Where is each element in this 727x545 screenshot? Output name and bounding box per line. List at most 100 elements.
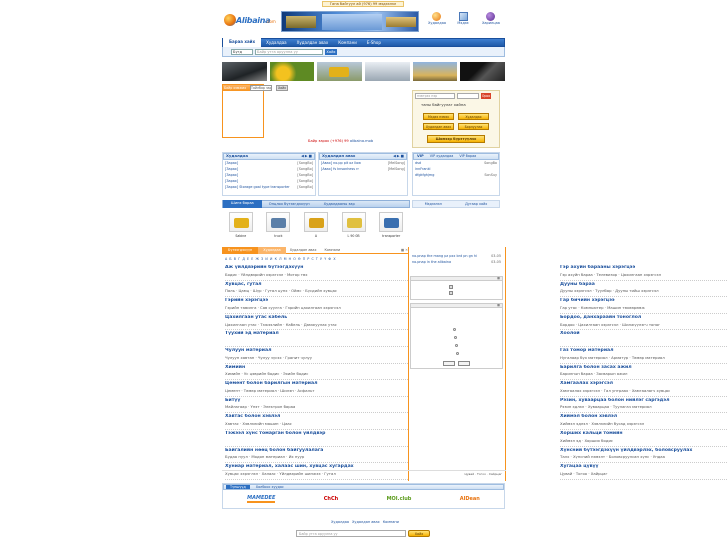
- photo-sunflowers[interactable]: [269, 62, 315, 81]
- footer-search-input[interactable]: Байр утга оруулна уу: [296, 530, 406, 537]
- result-button[interactable]: [458, 361, 470, 366]
- footer-link-sell[interactable]: Худалдаа: [331, 520, 349, 526]
- vip-row[interactable]: dfgkfghjmg SonSuy: [413, 172, 499, 178]
- cat-tab-company[interactable]: Компани: [320, 248, 344, 252]
- news-row-title[interactable]: no.pnap in the alibaina: [412, 259, 451, 265]
- product-item[interactable]: transporter: [376, 212, 406, 244]
- product-item[interactable]: truck: [263, 212, 293, 244]
- radio-4[interactable]: [456, 352, 459, 355]
- product-label[interactable]: Sabine: [226, 234, 256, 238]
- product-image[interactable]: [341, 212, 366, 232]
- category-subitems[interactable]: Талх · Хүнсний нэмэлт · Боловсруулсан хү…: [560, 455, 727, 460]
- category-title[interactable]: Гар бичийн хэрэгцээ: [560, 298, 727, 304]
- username-input[interactable]: нэвтрэх нэр: [415, 93, 455, 99]
- footer-link-company[interactable]: Компани: [383, 520, 399, 526]
- category-title[interactable]: Гэр ахуйн барааны хэрэгцээ: [560, 265, 727, 271]
- left-panel-tab-1[interactable]: Байр хэмжих: [223, 85, 247, 91]
- category-title[interactable]: Бордоо, данхараайн тоноглол: [560, 315, 727, 321]
- photo-train[interactable]: [412, 62, 458, 81]
- search-category-select[interactable]: Бүгд: [231, 48, 253, 55]
- alpha-index[interactable]: А Б В Г Д Е Ё Ж З И Й К Л М Н О Ө П Р С …: [225, 257, 405, 262]
- product-image[interactable]: [303, 212, 328, 232]
- header-banner[interactable]: [281, 11, 419, 32]
- partner-logo-2[interactable]: ChCh: [324, 496, 338, 502]
- nav-tab-eshop[interactable]: E-Shop: [362, 40, 386, 45]
- nav-tab-company[interactable]: Компани: [333, 40, 362, 45]
- cat-tab-buy[interactable]: Худалдан авах: [286, 248, 321, 252]
- vip-sell-tab[interactable]: VIP худалдаа: [430, 154, 454, 158]
- nav-tab-buy[interactable]: Худалдан авах: [292, 40, 334, 45]
- sell-box-arrows[interactable]: ◀ ▶ ■: [301, 154, 312, 158]
- buy-box-arrows[interactable]: ◀ ▶ ■: [393, 154, 404, 158]
- category-title[interactable]: Байгалийн нөөц болон байгуулалага: [225, 448, 408, 454]
- buy-button[interactable]: Худалдан авах: [423, 122, 454, 130]
- category-subitems[interactable]: Будаа нуул · Модон материал · Их нуур: [225, 455, 408, 460]
- category-title[interactable]: Цахилгаан утас кабель: [225, 315, 408, 321]
- category-subitems[interactable]: Цувай · Тогоо · Хайрцаг: [560, 472, 727, 477]
- category-title[interactable]: Хуниар материал, халаас шин, хувцас хуга…: [225, 464, 408, 470]
- register-button[interactable]: Шинээр бүртгүүлэх: [427, 134, 485, 143]
- category-subitems[interactable]: Гэр ахуйн бараа · Телевизор · Цахилгаан …: [560, 273, 727, 278]
- photo-fabric[interactable]: [460, 62, 506, 81]
- radio-2[interactable]: [454, 336, 457, 339]
- category-title[interactable]: Хиймэл болон хэвлэл: [560, 414, 727, 420]
- partner-logo-3[interactable]: MOI.club: [387, 496, 412, 502]
- cat-tab-sell[interactable]: Худалдаа: [258, 246, 286, 254]
- manage-button[interactable]: Борлуулах: [458, 122, 489, 130]
- category-title[interactable]: Тэжээл хүнс томарган болон үйлдвэр: [225, 431, 408, 437]
- category-title[interactable]: Аж үйлдвэрийн бүтээгдэхүүн: [225, 265, 408, 271]
- category-title[interactable]: Чулуун материал: [225, 348, 408, 354]
- category-title[interactable]: Хамгаалах хэрэгсэл: [560, 381, 727, 387]
- category-subitems[interactable]: Рэзин эдлэл · Хуваарцаа · Туулагач матер…: [560, 405, 727, 410]
- radio-1[interactable]: [453, 328, 456, 331]
- vip-home-tab[interactable]: VIP бараа: [459, 154, 476, 158]
- product-item[interactable]: Sabine: [226, 212, 256, 244]
- photo-cars[interactable]: [365, 62, 410, 81]
- top-notice[interactable]: Гана байгуул ай (976) 99 мэдээлэл: [322, 1, 404, 7]
- small-box-icon-2[interactable]: [449, 291, 453, 295]
- product-item[interactable]: A: [301, 212, 331, 244]
- category-subitems[interactable]: Чулуун хавтан · Чулуу зүсэх · Гранит чул…: [225, 356, 408, 361]
- news-row[interactable]: no.pnap in the alibaina 03-05: [410, 259, 503, 265]
- left-panel-go-button[interactable]: Хайх: [276, 85, 288, 91]
- category-title[interactable]: Цемент болон барилгын материал: [225, 381, 408, 387]
- category-title[interactable]: Хоолой: [560, 331, 727, 337]
- buy-row[interactable]: [Авах] fs knsonhess rr [MelSong]: [319, 166, 407, 172]
- category-subitems[interactable]: Паль · Цамц · Шүр · Гутал цүнх · Оймс · …: [225, 289, 408, 294]
- left-panel-input[interactable]: Тайлбар зар: [250, 85, 272, 91]
- login-go-button[interactable]: Орох: [481, 93, 491, 99]
- product-tab-new[interactable]: Шинэ бараа: [223, 200, 262, 208]
- category-subitems[interactable]: Хиймэл эдлэл · Хэвлэлийн бусад хэрэгсэл: [560, 422, 727, 427]
- category-title[interactable]: Хавтас болон хэвлэл: [225, 414, 408, 420]
- add-info-button[interactable]: Мэдээ нэмэх: [423, 112, 454, 120]
- category-subitems[interactable]: Майлагаар · Үнэт · Электрон бараа: [225, 405, 408, 410]
- category-subitems[interactable]: Бодис · Үйлдвэрийн хэрэгсэл · Мотор төх: [225, 273, 408, 278]
- side-tab-info[interactable]: Мэдээлэл: [425, 201, 442, 207]
- category-subitems[interactable]: Гэрийн тавилга · Сав суулга · Гэрийн цах…: [225, 306, 408, 311]
- footer-search-button[interactable]: Хайх: [408, 530, 430, 537]
- category-title[interactable]: Түухий эд материал: [225, 331, 408, 337]
- category-title[interactable]: Дууны бараа: [560, 282, 727, 288]
- category-subitems[interactable]: Барилгын бараа · Засварын ажил: [560, 372, 727, 377]
- side-tab-search[interactable]: Дугаар хайх: [465, 201, 487, 207]
- header-icon-info[interactable]: Мэдээ: [455, 12, 471, 34]
- category-title[interactable]: Хувцас, гутал: [225, 282, 408, 288]
- category-title[interactable]: Рэзин, хуваарцаа болон нийлэг саргэдэл: [560, 398, 727, 404]
- category-subitems[interactable]: Хамгаалах хэрэгсэл · Гал унтраах · Хамга…: [560, 389, 727, 394]
- search-input[interactable]: Байр утга оруулна уу: [255, 48, 323, 55]
- header-icon-trade[interactable]: Худалдаа: [428, 12, 446, 34]
- category-subitems[interactable]: Хавтас · Хэвлэлийн машин · Цаас: [225, 422, 408, 427]
- header-icon-contact[interactable]: Харилцаа: [482, 12, 500, 34]
- search-button[interactable]: Хайх: [325, 48, 337, 55]
- category-title[interactable]: Битүү: [225, 398, 408, 404]
- category-title[interactable]: Хүнсний бүтээгдэхүүн үйлдвэрлэх, боловср…: [560, 448, 727, 454]
- category-subitems[interactable]: Химийн · Ус цэврийн бодис · Эхийн бодис: [225, 372, 408, 377]
- product-label[interactable]: L 90 0B: [339, 234, 369, 238]
- category-subitems[interactable]: Цемент · Төмөр материал · Шилэн · Асфаль…: [225, 389, 408, 394]
- vip-row-title[interactable]: dfgkfghjmg: [415, 172, 434, 178]
- buy-row-title[interactable]: [Авах] fs knsonhess rr: [321, 166, 359, 172]
- product-image[interactable]: [379, 212, 404, 232]
- photo-loader[interactable]: [317, 62, 363, 81]
- logo[interactable]: Alibaina .com: [224, 12, 278, 30]
- category-title[interactable]: Газ томор материал: [560, 348, 727, 354]
